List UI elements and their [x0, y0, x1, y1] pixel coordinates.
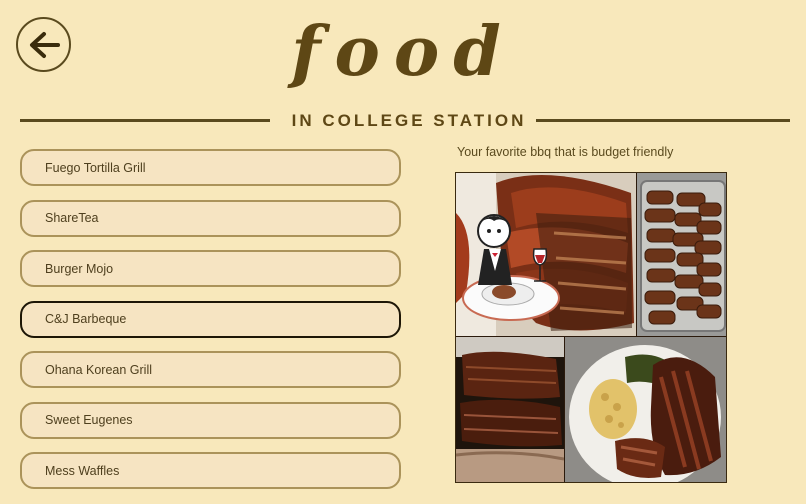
page-title: food [291, 12, 515, 92]
restaurant-item-mess-waffles[interactable]: Mess Waffles [20, 452, 401, 489]
restaurant-item-sharetea[interactable]: ShareTea [20, 199, 401, 237]
photo-bacon-bites [637, 173, 726, 336]
divider-left [20, 119, 270, 122]
page-subtitle: IN COLLEGE STATION [291, 111, 527, 130]
photo-bbq-plate [565, 337, 726, 482]
restaurant-item-sweet-eugenes[interactable]: Sweet Eugenes [20, 401, 401, 439]
photo-ribs [456, 337, 564, 482]
restaurant-item-cj-barbeque[interactable]: C&J Barbeque [20, 300, 401, 338]
restaurant-photo-collage [455, 172, 727, 483]
restaurant-list: Fuego Tortilla Grill ShareTea Burger Moj… [20, 149, 401, 503]
photo-brisket-sliced [456, 173, 636, 336]
restaurant-item-fuego[interactable]: Fuego Tortilla Grill [20, 149, 401, 186]
divider-right [536, 119, 790, 122]
restaurant-item-burger-mojo[interactable]: Burger Mojo [20, 250, 401, 287]
restaurant-item-ohana[interactable]: Ohana Korean Grill [20, 351, 401, 388]
restaurant-caption: Your favorite bbq that is budget friendl… [457, 145, 674, 159]
subtitle-row: IN COLLEGE STATION [20, 108, 790, 134]
